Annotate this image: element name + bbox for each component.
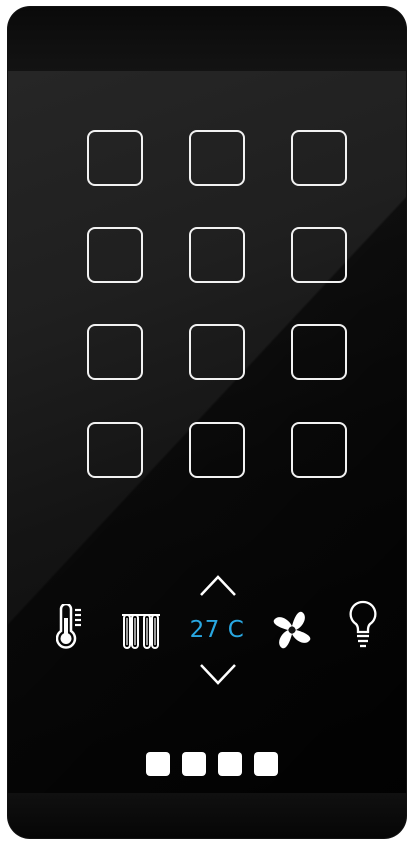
- page-indicator-4[interactable]: [254, 752, 278, 776]
- page-indicator-1[interactable]: [146, 752, 170, 776]
- scene-key-r1-c2[interactable]: [189, 130, 245, 186]
- scene-key-r3-c1[interactable]: [87, 324, 143, 380]
- scene-key-r4-c2[interactable]: [189, 422, 245, 478]
- light-bulb-icon[interactable]: [348, 600, 378, 650]
- scene-key-r2-c2[interactable]: [189, 227, 245, 283]
- scene-key-r3-c3[interactable]: [291, 324, 347, 380]
- chevron-up-icon[interactable]: [198, 572, 238, 598]
- touch-panel-device: 27 C: [8, 7, 406, 838]
- fan-icon[interactable]: [268, 607, 316, 653]
- page-indicator-3[interactable]: [218, 752, 242, 776]
- thermometer-icon[interactable]: [56, 604, 84, 650]
- panel-bottom-bezel: [8, 793, 406, 838]
- chevron-down-icon[interactable]: [198, 662, 238, 688]
- panel-top-bezel: [8, 7, 406, 71]
- page-indicator-2[interactable]: [182, 752, 206, 776]
- radiator-icon[interactable]: [120, 612, 162, 650]
- scene-key-grid: [87, 130, 351, 478]
- climate-control-row: 27 C: [8, 567, 406, 697]
- scene-key-r3-c2[interactable]: [189, 324, 245, 380]
- temperature-value: 27 C: [189, 617, 245, 643]
- scene-key-r4-c1[interactable]: [87, 422, 143, 478]
- scene-key-r4-c3[interactable]: [291, 422, 347, 478]
- page-indicator: [146, 752, 286, 778]
- scene-key-r1-c1[interactable]: [87, 130, 143, 186]
- scene-key-r2-c3[interactable]: [291, 227, 347, 283]
- scene-key-r2-c1[interactable]: [87, 227, 143, 283]
- scene-key-r1-c3[interactable]: [291, 130, 347, 186]
